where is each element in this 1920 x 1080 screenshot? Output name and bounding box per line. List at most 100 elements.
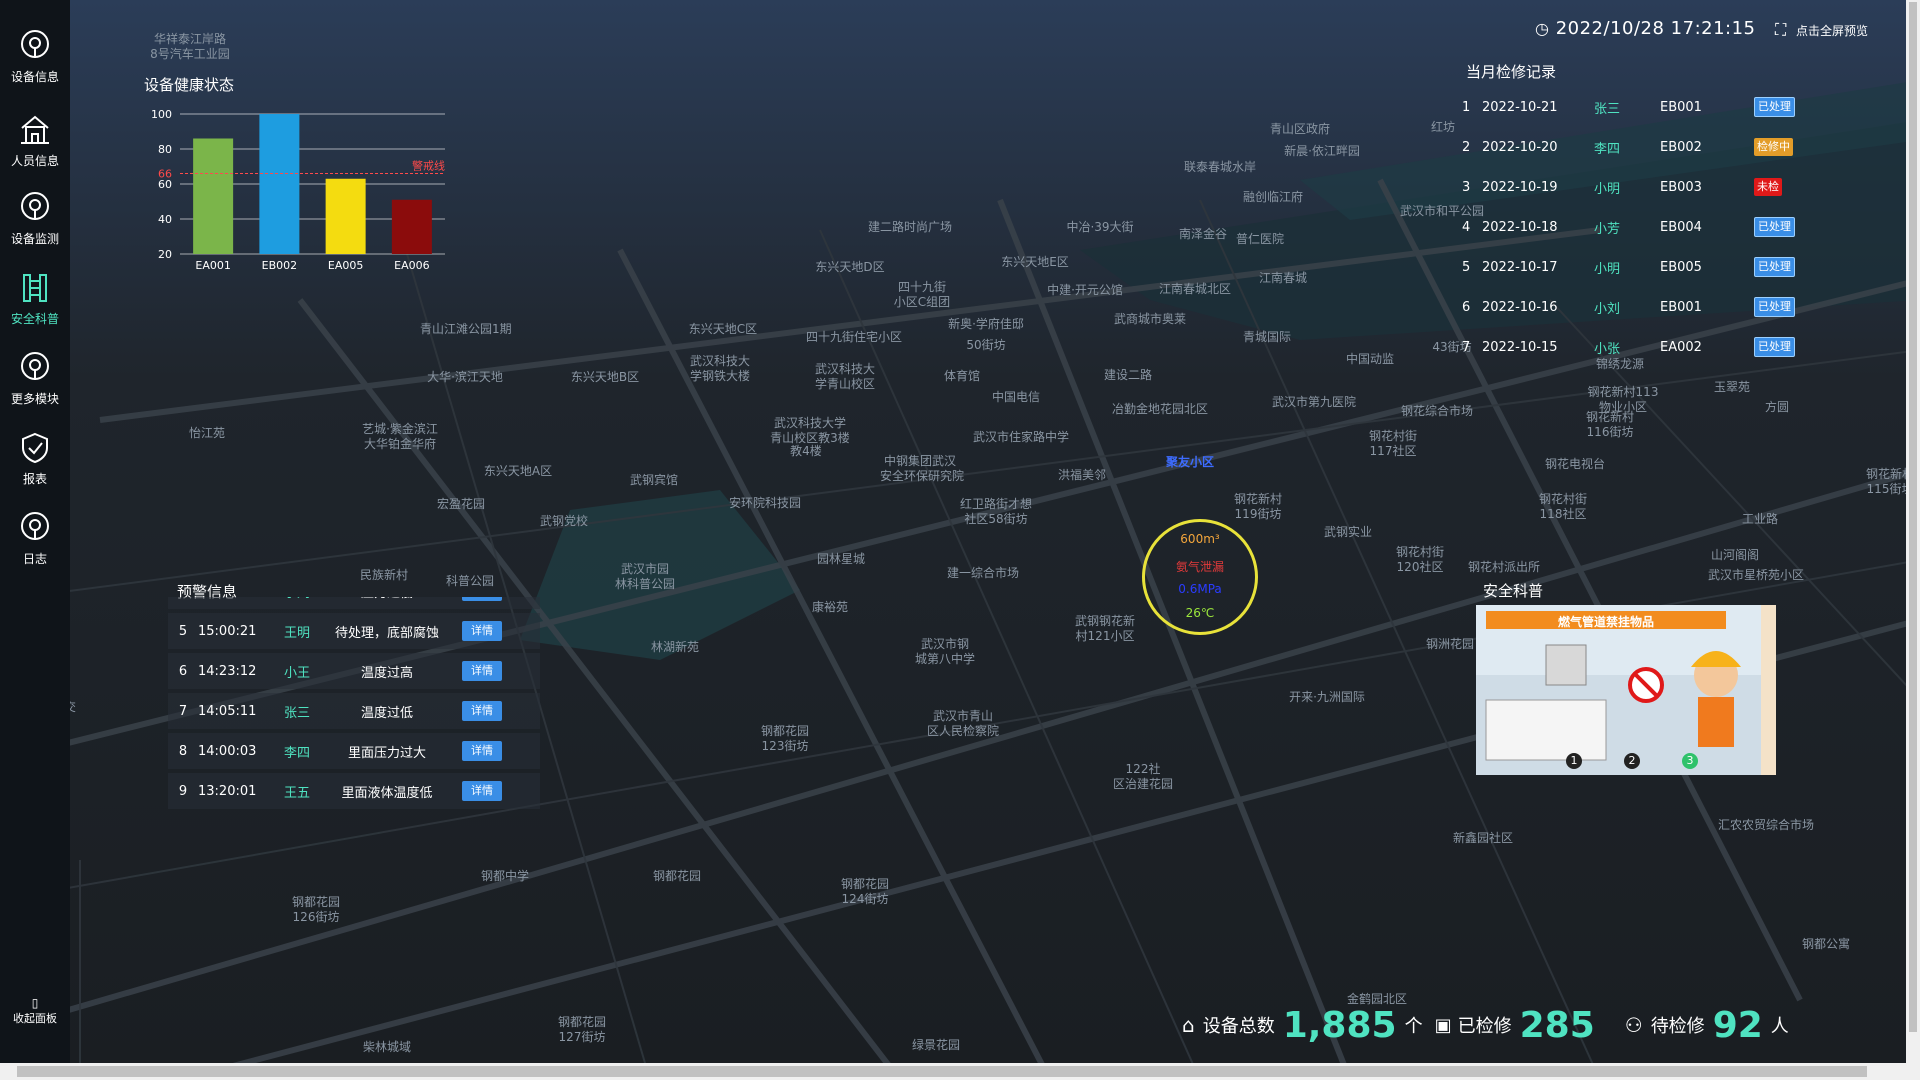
safety-poster-image	[1476, 605, 1776, 775]
warning-description: 温度过高	[360, 665, 413, 681]
map-label: 钢都花园 126街坊	[291, 895, 340, 924]
map-label: 钢都中学	[480, 869, 529, 883]
repair-status-badge[interactable]: 已处理	[1754, 97, 1795, 117]
collapse-label: 收起面板	[13, 1012, 57, 1025]
warning-time: 14:23:12	[198, 663, 257, 679]
sidebar-item-device-info[interactable]: 设备信息	[0, 28, 70, 85]
map-label: 江南春城北区	[1158, 282, 1231, 296]
repair-person: 小刘	[1594, 301, 1621, 317]
horizontal-scroll-thumb[interactable]	[17, 1066, 1867, 1077]
repair-device-code: EB002	[1660, 139, 1702, 155]
gauge-alert: 氨气泄漏	[1175, 560, 1224, 574]
repair-row: 7 2022-10-15 小张 EA002 已处理	[1462, 327, 1882, 367]
repair-row: 1 2022-10-21 张三 EB001 已处理	[1462, 87, 1882, 127]
chart-x-tick-label: EA005	[328, 259, 363, 272]
map-label: 聚友小区	[1165, 455, 1214, 469]
map-label: 建设二路	[1103, 368, 1152, 382]
warning-row: 415:11:56小刘压力过低 详情	[168, 597, 540, 609]
repair-status-badge[interactable]: 检修中	[1754, 138, 1793, 156]
repair-index: 6	[1462, 299, 1471, 315]
detail-button[interactable]: 详情	[462, 781, 502, 801]
warning-index: 8	[178, 743, 188, 759]
map-label: 教4楼	[790, 444, 822, 458]
horizontal-scrollbar[interactable]	[0, 1063, 1920, 1080]
sidebar-item-more-modules[interactable]: 更多模块	[0, 350, 70, 407]
sidebar-item-log[interactable]: 日志	[0, 510, 70, 567]
repair-date: 2022-10-17	[1482, 259, 1558, 275]
sidebar: 设备信息 人员信息 设备监测 安全科普 更多模块 报表 日志	[0, 0, 70, 1063]
fullscreen-button[interactable]: ⛶ 点击全屏预览	[1775, 20, 1868, 40]
detail-button[interactable]: 详情	[462, 741, 502, 761]
device-status-indicator[interactable]: 600m³ 氨气泄漏 0.6MPa 26℃	[1142, 519, 1258, 635]
collapse-panel-button[interactable]: ▯ 收起面板	[0, 996, 70, 1026]
detail-button[interactable]: 详情	[462, 661, 502, 681]
repair-status-badge[interactable]: 已处理	[1754, 217, 1795, 237]
repaired-label: 已检修	[1457, 1016, 1512, 1037]
sidebar-item-report[interactable]: 报表	[0, 430, 70, 487]
warning-row: 7 14:05:11 张三 温度过低 详情	[168, 693, 540, 729]
map-label: 钢花村街 118社区	[1538, 492, 1587, 521]
chart-y-tick-label: 20	[158, 248, 172, 261]
collapse-icon: ▯	[31, 996, 39, 1010]
repair-device-code: EA002	[1660, 339, 1702, 355]
detail-button[interactable]: 详情	[462, 701, 502, 721]
building-icon	[21, 115, 49, 144]
vertical-scrollbar[interactable]	[1906, 0, 1920, 1063]
pager-dot-3[interactable]: 3	[1682, 753, 1698, 769]
map-label: 武钢实业	[1323, 525, 1372, 539]
vertical-scroll-thumb[interactable]	[1909, 2, 1917, 1032]
repair-status-badge[interactable]: 未检	[1754, 178, 1782, 196]
map-label: 钢花村街 120社区	[1395, 545, 1444, 574]
pager-dot-1[interactable]: 1	[1566, 753, 1582, 769]
map-label: 洪福美邻	[1057, 468, 1106, 482]
repair-status-badge[interactable]: 已处理	[1754, 337, 1795, 357]
sidebar-item-label: 报表	[22, 472, 47, 486]
warning-time: 15:00:21	[198, 623, 257, 639]
repair-date: 2022-10-20	[1482, 139, 1558, 155]
repair-device-code: EB001	[1660, 299, 1702, 315]
repair-person: 张三	[1594, 101, 1621, 117]
repair-index: 1	[1462, 99, 1471, 115]
map-label: 林湖新苑	[650, 640, 699, 654]
detail-button[interactable]: 详情	[462, 621, 502, 641]
map-label: 武汉市园 林科普公园	[614, 562, 675, 591]
repair-index: 5	[1462, 259, 1471, 275]
repaired-value: 285	[1519, 1004, 1595, 1046]
detail-button[interactable]: 详情	[462, 597, 502, 601]
device-pin-icon	[21, 352, 49, 380]
total-label: 设备总数	[1202, 1016, 1275, 1037]
warning-person: 王明	[283, 625, 310, 641]
map-label: 工业路	[1741, 512, 1778, 526]
map-label: 怡江苑	[188, 426, 225, 440]
safety-poster-carousel[interactable]: 燃气管道禁挂物品 1 2 3	[1476, 605, 1776, 775]
map-label: 四十九街住宅小区	[806, 330, 903, 344]
map-label: 武汉科技大 学青山校区	[814, 362, 875, 391]
repair-status-badge[interactable]: 已处理	[1754, 257, 1795, 277]
gauge-pressure: 0.6MPa	[1178, 582, 1222, 596]
map-label: 民族新村	[359, 568, 408, 582]
chart-bar	[193, 138, 234, 254]
sidebar-item-device-monitor[interactable]: 设备监测	[0, 190, 70, 247]
map-label: 中国动监	[1345, 352, 1394, 366]
total-value: 1,885	[1282, 1004, 1397, 1046]
map-label: 武汉市星桥苑小区	[1708, 568, 1805, 582]
map-label: 钢花新村113 物业小区	[1587, 385, 1659, 414]
repair-person: 小明	[1594, 181, 1621, 197]
map-label: 江南春城	[1258, 271, 1307, 285]
sidebar-item-safety[interactable]: 安全科普	[0, 270, 70, 327]
repair-row: 5 2022-10-17 小明 EB005 已处理	[1462, 247, 1882, 287]
sidebar-item-people-info[interactable]: 人员信息	[0, 112, 70, 169]
sidebar-item-label: 日志	[22, 552, 47, 566]
map-label: 大华·滨江天地	[427, 370, 503, 384]
repair-person: 小芳	[1594, 221, 1621, 237]
warning-time: 14:05:11	[198, 703, 257, 719]
map-label: 钢都花园	[652, 869, 701, 883]
repair-status-badge[interactable]: 已处理	[1754, 297, 1795, 317]
warning-person: 张三	[283, 705, 310, 721]
pager-dot-2[interactable]: 2	[1624, 753, 1640, 769]
gauge-temperature: 26℃	[1185, 606, 1215, 620]
map-label: 冶勤金地花园北区	[1112, 402, 1209, 416]
map-label: 钢都花园 127街坊	[557, 1015, 606, 1044]
sidebar-item-label: 更多模块	[10, 392, 59, 406]
map-label: 青山江滩公园1期	[420, 322, 512, 336]
